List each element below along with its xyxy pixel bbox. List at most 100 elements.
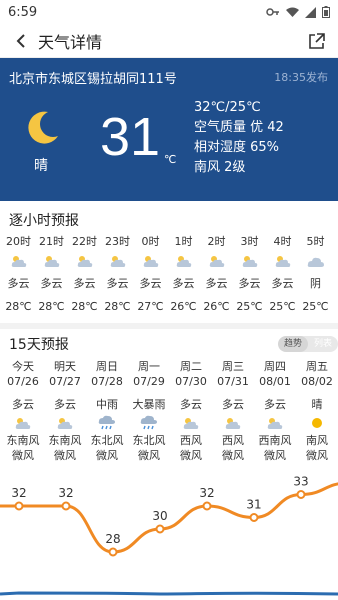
partly-cloudy-icon <box>15 418 31 429</box>
hour-item: 22时 多云 28℃ <box>68 233 101 317</box>
partly-cloudy-icon <box>77 256 92 267</box>
hour-label: 2时 <box>207 235 226 248</box>
hour-temperature: 26℃ <box>170 300 197 313</box>
day-name: 周二 <box>180 360 202 373</box>
temperature-unit: ℃ <box>164 153 177 166</box>
high-temp-label: 30 <box>152 509 167 523</box>
status-bar: 6:59 <box>0 0 338 24</box>
day-date: 07/30 <box>175 375 207 388</box>
day-wind: 东北风 <box>132 434 166 447</box>
daily-header: 15天预报 趋势 列表 <box>0 329 338 359</box>
day-condition: 多云 <box>264 398 286 411</box>
hourly-title: 逐小时预报 <box>9 213 79 229</box>
hour-item: 5时阴 25℃ <box>299 233 332 317</box>
day-item[interactable]: 周一 07/29 大暴雨 东北风 微风 <box>128 359 170 463</box>
toggle-list[interactable]: 列表 <box>308 336 338 352</box>
temperature-trend-chart: 3232283032313334 <box>0 475 338 596</box>
hour-weather-icon <box>134 251 167 271</box>
high-temp-point <box>296 490 306 499</box>
high-temp-label: 31 <box>246 498 261 512</box>
day-date: 08/02 <box>301 375 333 388</box>
day-date: 07/28 <box>91 375 123 388</box>
hour-label: 1时 <box>174 235 193 248</box>
day-condition: 晴 <box>311 398 323 411</box>
partly-cloudy-icon <box>242 256 257 267</box>
page-title: 天气详情 <box>38 32 103 52</box>
wifi-icon <box>286 7 299 17</box>
hour-temperature: 26℃ <box>203 300 230 313</box>
day-wind: 南风 <box>306 434 328 447</box>
day-name: 明天 <box>54 360 76 373</box>
day-date: 07/31 <box>217 375 249 388</box>
day-item[interactable]: 今天 07/26 多云 东南风 微风 <box>2 359 44 463</box>
day-wind-level: 微风 <box>222 449 244 462</box>
high-temp-point <box>249 513 259 522</box>
back-button[interactable] <box>10 30 32 52</box>
hour-label: 22时 <box>72 235 97 248</box>
day-item[interactable]: 周二 07/30 多云 西风 微风 <box>170 359 212 463</box>
day-weather-icon <box>2 413 44 433</box>
hour-condition: 多云 <box>271 277 294 290</box>
hour-weather-icon <box>35 251 68 271</box>
day-condition: 多云 <box>54 398 76 411</box>
day-date: 08/01 <box>259 375 291 388</box>
hour-label: 4时 <box>273 235 292 248</box>
hour-weather-icon <box>266 251 299 271</box>
hour-temperature: 28℃ <box>38 300 65 313</box>
day-item[interactable]: 明天 07/27 多云 东南风 微风 <box>44 359 86 463</box>
view-toggle[interactable]: 趋势 列表 <box>277 336 338 352</box>
day-condition: 多云 <box>180 398 202 411</box>
hour-weather-icon <box>200 251 233 271</box>
temp-range: 32℃/25℃ <box>194 100 261 115</box>
status-icons <box>266 6 330 18</box>
hour-item: 20时 多云 28℃ <box>2 233 35 317</box>
partly-cloudy-icon <box>44 256 59 267</box>
hour-weather-icon <box>299 251 332 271</box>
high-temp-point <box>14 501 24 511</box>
hour-item: 2时 多云 26℃ <box>200 233 233 317</box>
day-date: 07/27 <box>49 375 81 388</box>
day-wind-level: 微风 <box>12 449 34 462</box>
top-bar: 天气详情 <box>0 24 338 58</box>
toggle-trend[interactable]: 趋势 <box>277 336 308 352</box>
sun-icon <box>312 418 322 428</box>
high-temp-label: 28 <box>105 532 120 546</box>
air-quality: 空气质量 优 42 <box>194 120 284 135</box>
day-condition: 多云 <box>222 398 244 411</box>
hour-label: 21时 <box>39 235 64 248</box>
hour-item: 23时 多云 28℃ <box>101 233 134 317</box>
day-weather-icon <box>212 413 254 433</box>
publish-time: 18:35发布 <box>274 71 328 84</box>
high-temp-label: 32 <box>11 486 26 500</box>
weather-details: 32℃/25℃ 空气质量 优 42 相对湿度 65% 南风 2级 <box>194 98 284 178</box>
day-item[interactable]: 周五 08/02 晴南风 微风 <box>296 359 338 463</box>
rain-icon <box>98 415 115 430</box>
partly-cloudy-icon <box>110 256 125 267</box>
day-date: 07/26 <box>7 375 39 388</box>
low-temp-line <box>0 591 338 596</box>
day-item[interactable]: 周四 08/01 多云 西南风 微风 <box>254 359 296 463</box>
hour-label: 20时 <box>6 235 31 248</box>
day-condition: 多云 <box>12 398 34 411</box>
share-button[interactable] <box>306 30 328 52</box>
day-wind: 东北风 <box>90 434 124 447</box>
day-weather-icon <box>254 413 296 433</box>
partly-cloudy-icon <box>11 256 26 267</box>
day-weather-icon <box>296 413 338 433</box>
day-name: 今天 <box>12 360 34 373</box>
day-wind: 西风 <box>180 434 202 447</box>
day-item[interactable]: 周三 07/31 多云 西风 微风 <box>212 359 254 463</box>
hour-condition: 多云 <box>40 277 63 290</box>
hour-item: 3时 多云 25℃ <box>233 233 266 317</box>
day-item[interactable]: 周日 07/28 中雨 东北风 微风 <box>86 359 128 463</box>
high-temp-label: 32 <box>199 486 214 500</box>
partly-cloudy-icon <box>209 256 224 267</box>
day-name: 周三 <box>222 360 244 373</box>
back-arrow-icon <box>16 33 25 48</box>
hour-item: 21时多云 28℃ <box>35 233 68 317</box>
day-name: 周一 <box>138 360 160 373</box>
day-weather-icon <box>44 413 86 433</box>
hour-weather-icon <box>167 251 200 271</box>
hour-temperature: 28℃ <box>5 300 32 313</box>
humidity: 相对湿度 65% <box>194 140 280 155</box>
